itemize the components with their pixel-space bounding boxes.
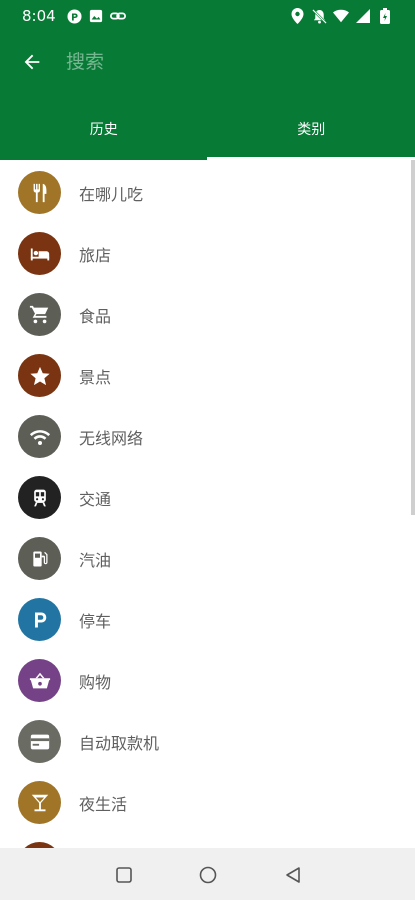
location-icon bbox=[289, 8, 305, 24]
battery-icon bbox=[377, 8, 393, 24]
bed-icon bbox=[30, 248, 49, 260]
signal-icon bbox=[355, 8, 371, 24]
list-item-label: 景点 bbox=[79, 367, 112, 387]
app-bar: 8:04 P 搜索 历史 类别 bbox=[0, 0, 415, 160]
list-scrollbar[interactable] bbox=[411, 160, 415, 515]
wifi-icon bbox=[29, 429, 50, 445]
list-item-label: 旅店 bbox=[79, 245, 112, 265]
list-item-label: 购物 bbox=[79, 672, 112, 692]
tab-categories[interactable]: 类别 bbox=[208, 98, 415, 160]
status-time: 8:04 bbox=[22, 7, 56, 25]
search-input[interactable] bbox=[66, 46, 386, 78]
category-icon-circle bbox=[18, 781, 61, 824]
category-icon-circle bbox=[18, 720, 61, 763]
recent-apps-icon bbox=[116, 867, 132, 883]
list-item-label: 汽油 bbox=[79, 550, 112, 570]
tab-history-label: 历史 bbox=[89, 122, 118, 138]
list-item[interactable]: 汽油 bbox=[0, 528, 409, 589]
back-button[interactable] bbox=[14, 46, 50, 78]
category-icon-circle bbox=[18, 659, 61, 702]
category-icon-circle bbox=[18, 537, 61, 580]
credit-card-icon bbox=[30, 734, 49, 749]
category-icon-circle bbox=[18, 171, 61, 214]
status-bar: 8:04 P bbox=[0, 0, 415, 32]
parking-icon bbox=[34, 612, 46, 627]
list-item[interactable]: 无线网络 bbox=[0, 406, 409, 467]
bell-off-icon bbox=[311, 8, 327, 24]
list-item-label: 夜生活 bbox=[79, 794, 128, 814]
list-item-label: 自动取款机 bbox=[79, 733, 160, 753]
image-icon bbox=[88, 8, 104, 24]
home-button[interactable] bbox=[193, 860, 223, 890]
back-icon bbox=[286, 867, 300, 883]
tab-categories-label: 类别 bbox=[297, 122, 326, 138]
cocktail-icon bbox=[31, 794, 48, 811]
list-item[interactable]: 旅店 bbox=[0, 223, 409, 284]
svg-text:P: P bbox=[71, 12, 78, 23]
tab-bar: 历史 类别 bbox=[0, 98, 415, 160]
list-item[interactable] bbox=[0, 833, 409, 848]
home-icon bbox=[199, 866, 217, 884]
list-item[interactable]: 夜生活 bbox=[0, 772, 409, 833]
shopping-cart-icon bbox=[29, 305, 48, 323]
list-item-label: 交通 bbox=[79, 489, 112, 509]
list-item[interactable]: 购物 bbox=[0, 650, 409, 711]
list-item-label: 无线网络 bbox=[79, 428, 144, 448]
list-item[interactable]: 在哪儿吃 bbox=[0, 162, 409, 223]
category-icon-circle bbox=[18, 598, 61, 641]
category-icon-circle bbox=[18, 232, 61, 275]
wifi-icon bbox=[333, 8, 349, 24]
list-item[interactable]: 食品 bbox=[0, 284, 409, 345]
list-item[interactable]: 自动取款机 bbox=[0, 711, 409, 772]
category-icon-circle bbox=[18, 293, 61, 336]
category-icon-circle bbox=[18, 476, 61, 519]
category-list: 在哪儿吃 旅店 食品 景点 无线网络 交通 汽油 停车 购物 自动取款机 夜生活 bbox=[0, 160, 415, 848]
category-icon-circle bbox=[18, 354, 61, 397]
arrow-left-icon bbox=[24, 54, 40, 70]
p-badge-icon: P bbox=[66, 8, 82, 24]
link-icon bbox=[110, 8, 126, 24]
back-nav-button[interactable] bbox=[278, 860, 308, 890]
list-item-label: 食品 bbox=[79, 306, 112, 326]
recent-apps-button[interactable] bbox=[109, 860, 139, 890]
train-icon bbox=[33, 489, 46, 506]
fork-knife-icon bbox=[33, 183, 46, 202]
fuel-pump-icon bbox=[32, 551, 47, 566]
basket-icon bbox=[29, 672, 50, 688]
category-icon-circle bbox=[18, 415, 61, 458]
list-item[interactable]: 停车 bbox=[0, 589, 409, 650]
list-item-label: 在哪儿吃 bbox=[79, 184, 144, 204]
list-item[interactable]: 景点 bbox=[0, 345, 409, 406]
list-item[interactable]: 交通 bbox=[0, 467, 409, 528]
tab-history[interactable]: 历史 bbox=[0, 98, 208, 160]
list-item-label: 停车 bbox=[79, 611, 112, 631]
system-nav-bar bbox=[0, 848, 415, 900]
star-icon bbox=[29, 366, 50, 385]
